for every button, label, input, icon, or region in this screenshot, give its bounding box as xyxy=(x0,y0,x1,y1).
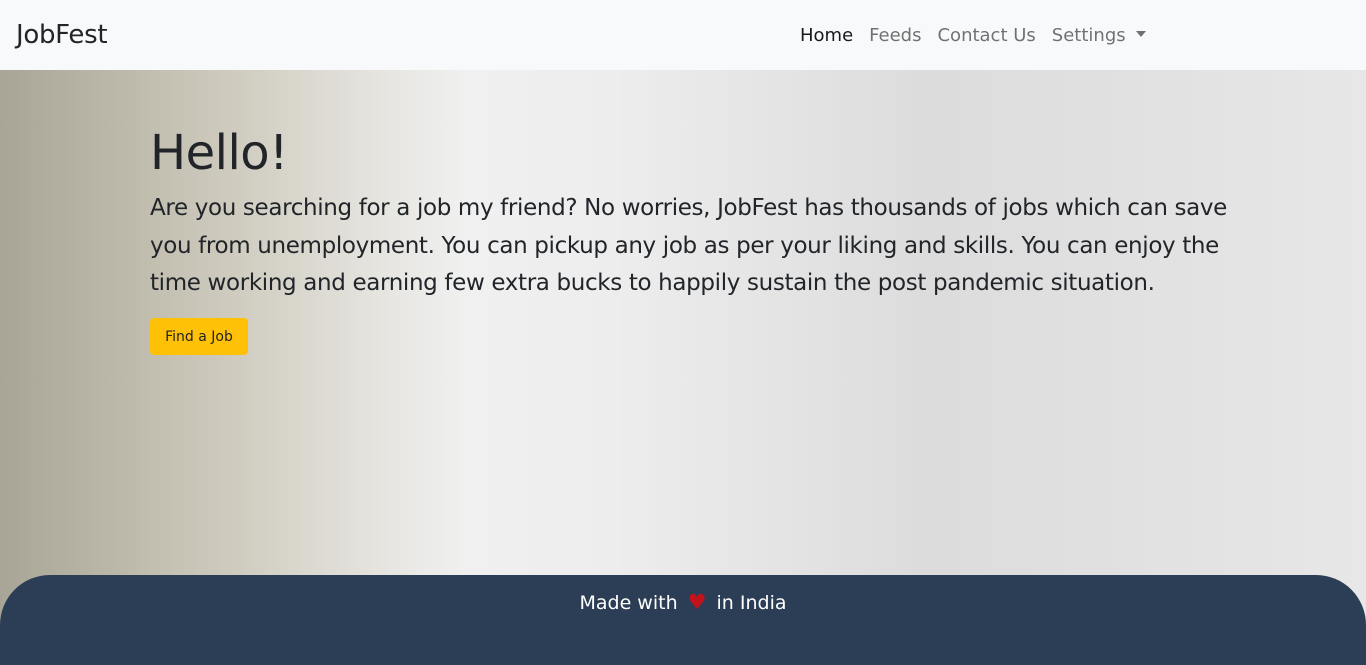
nav-item-settings-label: Settings xyxy=(1051,25,1126,46)
footer-text-before: Made with xyxy=(579,592,678,614)
nav-item-contact-us[interactable]: Contact Us xyxy=(937,24,1035,48)
nav-item-settings-dropdown[interactable]: Settings xyxy=(1052,24,1146,48)
find-a-job-button[interactable]: Find a Job xyxy=(150,318,248,355)
nav-menu: Home Feeds Contact Us Settings xyxy=(800,24,1162,48)
navbar: JobFest Home Feeds Contact Us Settings xyxy=(0,0,1366,70)
footer-text-after: in India xyxy=(716,592,787,614)
nav-item-feeds[interactable]: Feeds xyxy=(869,24,921,48)
heart-icon: ♥ xyxy=(687,590,707,614)
brand-link[interactable]: JobFest xyxy=(16,18,108,52)
hero-title: Hello! xyxy=(150,125,288,181)
hero-section: Hello! Are you searching for a job my fr… xyxy=(0,70,1366,625)
hero-description: Are you searching for a job my friend? N… xyxy=(150,195,1227,296)
caret-down-icon xyxy=(1135,31,1146,37)
nav-item-home[interactable]: Home xyxy=(800,24,853,48)
footer: Made with ♥ in India xyxy=(0,575,1366,665)
